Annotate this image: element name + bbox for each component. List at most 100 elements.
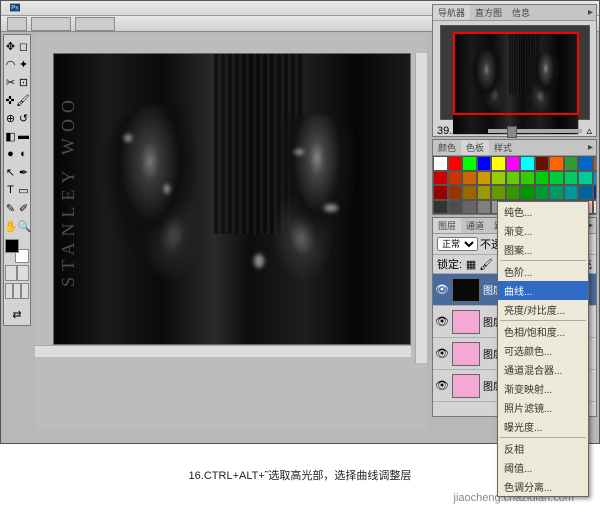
swatch[interactable] [477,156,492,171]
swatch[interactable] [448,171,463,186]
quick-mask-toggle[interactable] [5,265,29,281]
swatch[interactable] [535,156,550,171]
swatch[interactable] [462,185,477,200]
screen-mode-toggle[interactable] [5,283,29,299]
swatch[interactable] [578,185,593,200]
menu-item[interactable]: 色阶... [498,262,588,281]
swatch[interactable] [549,156,564,171]
swatch[interactable] [506,156,521,171]
swatch[interactable] [491,185,506,200]
move-tool-icon[interactable]: ✥ [4,37,17,55]
swatch[interactable] [535,171,550,186]
swatch[interactable] [564,156,579,171]
option-icon[interactable] [75,17,115,31]
swatch[interactable] [520,156,535,171]
menu-item[interactable]: 通道混合器... [498,360,588,379]
dodge-tool-icon[interactable]: ◐ [17,145,30,163]
swatch[interactable] [491,156,506,171]
swatch[interactable] [578,171,593,186]
layer-thumb[interactable] [452,374,480,398]
menu-item[interactable]: 渐变映射... [498,379,588,398]
scrollbar-vertical[interactable] [415,53,427,363]
tab-layers[interactable]: 图层 [433,218,461,233]
tab-swatches[interactable]: 色板 [461,140,489,155]
scrollbar-horizontal[interactable] [35,345,411,357]
panel-menu-icon[interactable]: ▸ [585,142,596,153]
tab-styles[interactable]: 样式 [489,140,517,155]
zoom-in-icon[interactable]: ▵ [586,124,592,137]
swatch[interactable] [520,185,535,200]
swatch[interactable] [448,200,463,215]
gradient-tool-icon[interactable]: ▬ [17,127,30,145]
lock-pixels-icon[interactable]: 🖌 [480,258,492,270]
tab-navigator[interactable]: 导航器 [433,5,470,20]
swatch[interactable] [448,185,463,200]
swatch[interactable] [477,171,492,186]
heal-tool-icon[interactable]: ✜ [4,91,16,109]
path-tool-icon[interactable]: ↖ [4,163,17,181]
swatch[interactable] [593,200,597,215]
swatch[interactable] [593,185,597,200]
eyedropper-tool-icon[interactable]: ✐ [17,199,30,217]
swatch[interactable] [433,156,448,171]
crop-tool-icon[interactable]: ✂ [4,73,17,91]
layer-thumb[interactable] [452,278,480,302]
swatch[interactable] [477,200,492,215]
notes-tool-icon[interactable]: ✎ [4,199,17,217]
swatch[interactable] [433,185,448,200]
lock-trans-icon[interactable]: ▦ [465,258,477,270]
swatch[interactable] [535,185,550,200]
swatch[interactable] [520,171,535,186]
slice-tool-icon[interactable]: ⊡ [17,73,30,91]
swatch[interactable] [549,185,564,200]
layer-thumb[interactable] [452,342,480,366]
tab-info[interactable]: 信息 [507,5,535,20]
stamp-tool-icon[interactable]: ⊕ [4,109,17,127]
visibility-icon[interactable]: 👁 [435,379,449,393]
swatch[interactable] [477,185,492,200]
swatch[interactable] [448,156,463,171]
visibility-icon[interactable]: 👁 [435,283,449,297]
menu-item[interactable]: 反相 [498,439,588,458]
document-canvas[interactable]: STANLEY WOO [53,53,411,345]
imageready-icon[interactable]: ⇄ [5,305,29,323]
swatch[interactable] [433,200,448,215]
tab-channels[interactable]: 通道 [461,218,489,233]
brush-tool-icon[interactable]: 🖌 [16,91,30,109]
swatch[interactable] [506,185,521,200]
eraser-tool-icon[interactable]: ◧ [4,127,17,145]
menu-item[interactable]: 可选颜色... [498,341,588,360]
navigator-preview[interactable] [440,25,590,120]
swatch[interactable] [506,171,521,186]
pen-tool-icon[interactable]: ✒ [17,163,30,181]
swatch[interactable] [462,156,477,171]
swatch[interactable] [462,171,477,186]
swatch[interactable] [462,200,477,215]
tab-color[interactable]: 颜色 [433,140,461,155]
menu-item[interactable]: 图案... [498,240,588,259]
blend-mode-select[interactable]: 正常 [437,237,478,251]
tool-preset-icon[interactable] [7,17,27,31]
type-tool-icon[interactable]: T [4,181,17,199]
layer-thumb[interactable] [452,310,480,334]
menu-item[interactable]: 渐变... [498,221,588,240]
menu-item[interactable]: 阈值... [498,458,588,477]
swatch[interactable] [433,171,448,186]
menu-item-curves[interactable]: 曲线... [498,281,588,300]
swatch[interactable] [564,185,579,200]
menu-item[interactable]: 色相/饱和度... [498,322,588,341]
swatch[interactable] [593,156,597,171]
foreground-swatch[interactable] [5,239,19,253]
shape-tool-icon[interactable]: ▭ [17,181,30,199]
menu-item[interactable]: 照片滤镜... [498,398,588,417]
menu-item[interactable]: 色调分离... [498,477,588,496]
navigator-viewport-box[interactable] [453,32,579,115]
lasso-tool-icon[interactable]: ◠ [4,55,17,73]
color-picker[interactable] [5,239,29,263]
blur-tool-icon[interactable]: ● [4,145,17,163]
history-brush-icon[interactable]: ↺ [17,109,30,127]
zoom-slider[interactable] [488,129,583,133]
panel-menu-icon[interactable]: ▸ [585,7,596,18]
marquee-tool-icon[interactable]: ◻ [17,37,30,55]
menu-item[interactable]: 亮度/对比度... [498,300,588,319]
